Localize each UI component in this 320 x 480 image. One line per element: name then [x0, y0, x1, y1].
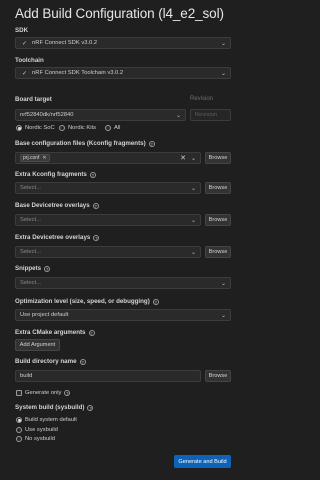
filter-all[interactable]: All: [105, 125, 120, 131]
check-icon: ✓: [22, 40, 28, 47]
build-dir-browse-button[interactable]: Browse: [205, 370, 231, 382]
radio-icon: [16, 436, 22, 442]
chevron-down-icon: ⌄: [190, 218, 196, 224]
help-icon[interactable]: ?: [89, 171, 96, 178]
chevron-down-icon: ⌄: [220, 281, 226, 287]
chevron-down-icon: ⌄: [190, 250, 196, 256]
radio-icon: [16, 125, 22, 131]
page-title: Add Build Configuration (l4_e2_sol): [15, 6, 224, 21]
checkbox-icon: [16, 390, 22, 396]
sysbuild-none-radio[interactable]: No sysbuild: [16, 436, 55, 442]
build-config-panel: Add Build Configuration (l4_e2_sol) SDK …: [0, 0, 246, 480]
chevron-down-icon: ⌄: [190, 186, 196, 192]
check-icon: ✓: [22, 70, 28, 77]
build-dir-input[interactable]: build: [15, 370, 201, 382]
optimization-select[interactable]: Use project default ⌄: [15, 309, 231, 321]
extra-devicetree-label: Extra Devicetree overlays ?: [15, 234, 100, 241]
help-icon[interactable]: ?: [93, 234, 100, 241]
extra-kconfig-browse-button[interactable]: Browse: [205, 182, 231, 194]
snippets-label: Snippets ?: [15, 265, 51, 272]
revision-input[interactable]: Revision: [190, 109, 231, 121]
chevron-down-icon: ⌄: [175, 113, 181, 119]
chevron-down-icon: ⌄: [220, 41, 226, 47]
radio-icon: [16, 427, 22, 433]
filter-nordic-soc[interactable]: Nordic SoC: [16, 125, 55, 131]
generate-and-build-button[interactable]: Generate and Build: [174, 455, 231, 468]
help-icon[interactable]: ?: [79, 358, 86, 365]
filter-nordic-kits[interactable]: Nordic Kits: [59, 125, 96, 131]
sysbuild-default-radio[interactable]: Build system default: [16, 417, 77, 423]
toolchain-select[interactable]: ✓ nRF Connect SDK Toolchain v3.0.2 ⌄: [15, 67, 231, 79]
sdk-label: SDK: [15, 27, 29, 34]
base-config-browse-button[interactable]: Browse: [205, 152, 231, 164]
radio-icon: [105, 125, 111, 131]
help-icon[interactable]: ?: [88, 329, 95, 336]
radio-icon: [16, 417, 22, 423]
extra-devicetree-select[interactable]: Select... ⌄: [15, 246, 201, 258]
extra-kconfig-select[interactable]: Select... ⌄: [15, 182, 201, 194]
help-icon[interactable]: ?: [148, 140, 155, 147]
build-dir-label: Build directory name ?: [15, 358, 86, 365]
board-target-select[interactable]: nrf52840dk/nrf52840 ⌄: [15, 109, 186, 121]
add-argument-button[interactable]: Add Argument: [15, 339, 60, 351]
chevron-down-icon: ⌄: [220, 71, 226, 77]
remove-tag-icon[interactable]: ✕: [42, 155, 46, 161]
extra-kconfig-label: Extra Kconfig fragments ?: [15, 171, 96, 178]
config-tag: prj.conf ✕: [20, 154, 50, 162]
system-build-label: System build (sysbuild) ?: [15, 404, 94, 411]
generate-only-checkbox[interactable]: Generate only ?: [16, 390, 71, 396]
snippets-select[interactable]: Select... ⌄: [15, 277, 231, 289]
optimization-label: Optimization level (size, speed, or debu…: [15, 298, 159, 305]
clear-icon[interactable]: ✕: [180, 154, 186, 162]
help-icon[interactable]: ?: [44, 265, 51, 272]
base-devicetree-browse-button[interactable]: Browse: [205, 214, 231, 226]
sysbuild-use-radio[interactable]: Use sysbuild: [16, 427, 58, 433]
help-icon[interactable]: ?: [64, 390, 71, 396]
extra-devicetree-browse-button[interactable]: Browse: [205, 246, 231, 258]
help-icon[interactable]: ?: [152, 298, 159, 305]
base-config-select[interactable]: prj.conf ✕ ✕ ⌄: [15, 152, 201, 164]
radio-icon: [59, 125, 65, 131]
chevron-down-icon: ⌄: [190, 156, 196, 162]
revision-label: Revision: [190, 96, 214, 102]
sdk-select[interactable]: ✓ nRF Connect SDK v3.0.2 ⌄: [15, 37, 231, 49]
base-devicetree-label: Base Devicetree overlays ?: [15, 202, 99, 209]
extra-cmake-label: Extra CMake arguments ?: [15, 329, 95, 336]
help-icon[interactable]: ?: [92, 202, 99, 209]
help-icon[interactable]: ?: [87, 404, 94, 411]
toolchain-label: Toolchain: [15, 57, 44, 64]
base-devicetree-select[interactable]: Select... ⌄: [15, 214, 201, 226]
chevron-down-icon: ⌄: [220, 313, 226, 319]
base-config-label: Base configuration files (Kconfig fragme…: [15, 140, 155, 147]
board-target-label: Board target: [15, 96, 52, 103]
